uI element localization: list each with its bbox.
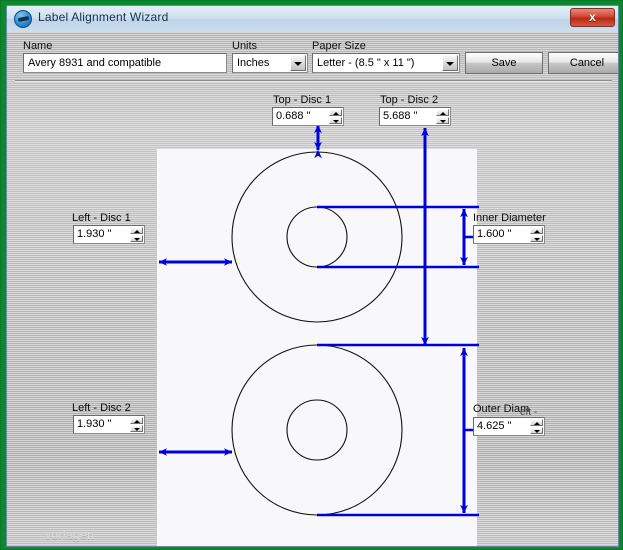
left-disc2-stepper[interactable]: 1.930 " <box>73 415 145 434</box>
window-inner-frame: Label Alignment Wizard x Name Avery 8931… <box>6 5 619 547</box>
name-label: Name <box>23 40 53 52</box>
paper-size-value: Letter - (8.5 " x 11 ") <box>317 57 415 69</box>
outer-diameter-value: 4.625 " <box>477 420 512 432</box>
top-disc2-label: Top - Disc 2 <box>380 94 439 106</box>
units-value: Inches <box>237 57 270 69</box>
left-disc2-spinner[interactable] <box>130 417 143 432</box>
top-disc2-spinner[interactable] <box>436 109 449 124</box>
top-disc2-stepper[interactable]: 5.688 " <box>379 107 451 126</box>
top-disc1-label: Top - Disc 1 <box>273 94 332 106</box>
spin-down-icon[interactable] <box>130 235 143 242</box>
title-bar: Label Alignment Wizard x <box>7 6 618 33</box>
spin-down-icon[interactable] <box>130 425 143 432</box>
units-label: Units <box>232 40 258 52</box>
window-title: Label Alignment Wizard <box>38 10 169 24</box>
paper-size-combobox[interactable]: Letter - (8.5 " x 11 ") <box>312 53 460 73</box>
top-disc1-spinner[interactable] <box>329 109 342 124</box>
outer-diameter-stepper[interactable]: 4.625 " <box>473 417 545 436</box>
paper-size-label: Paper Size <box>312 40 366 52</box>
spin-down-icon[interactable] <box>530 427 543 434</box>
units-combobox[interactable]: Inches <box>232 53 308 73</box>
chevron-down-icon[interactable] <box>442 55 458 71</box>
inner-diameter-value: 1.600 " <box>477 228 512 240</box>
top-disc1-stepper[interactable]: 0.688 " <box>272 107 344 126</box>
inner-diameter-stepper[interactable]: 1.600 " <box>473 225 545 244</box>
spin-down-icon[interactable] <box>436 117 449 124</box>
spin-up-icon[interactable] <box>130 417 143 424</box>
left-disc1-label: Left - Disc 1 <box>72 212 131 224</box>
cancel-button[interactable]: Cancel <box>548 52 618 74</box>
spin-down-icon[interactable] <box>329 117 342 124</box>
paper-preview <box>157 149 477 546</box>
top-disc1-value: 0.688 " <box>276 110 311 122</box>
top-disc2-value: 5.688 " <box>383 110 418 122</box>
name-input[interactable]: Avery 8931 and compatible <box>23 53 227 73</box>
left-disc1-stepper[interactable]: 1.930 " <box>73 225 145 244</box>
outer-diameter-spinner[interactable] <box>530 419 543 434</box>
spin-up-icon[interactable] <box>436 109 449 116</box>
watermark-text: vorlagen <box>45 528 95 542</box>
disc-icon <box>14 10 32 28</box>
inner-diameter-label: Inner Diameter <box>473 212 546 224</box>
toolbar: Name Avery 8931 and compatible Units Inc… <box>15 34 618 81</box>
close-button[interactable]: x <box>570 8 615 27</box>
close-icon: x <box>589 10 596 24</box>
spin-up-icon[interactable] <box>329 109 342 116</box>
left-disc2-label: Left - Disc 2 <box>72 402 131 414</box>
spin-up-icon[interactable] <box>130 227 143 234</box>
left-disc2-value: 1.930 " <box>77 418 112 430</box>
spin-up-icon[interactable] <box>530 227 543 234</box>
spin-down-icon[interactable] <box>530 235 543 242</box>
left-disc1-spinner[interactable] <box>130 227 143 242</box>
left-disc1-value: 1.930 " <box>77 228 112 240</box>
application-window: Label Alignment Wizard x Name Avery 8931… <box>0 0 623 550</box>
spin-up-icon[interactable] <box>530 419 543 426</box>
client-area: Name Avery 8931 and compatible Units Inc… <box>7 32 618 546</box>
save-button[interactable]: Save <box>465 52 543 74</box>
inner-diameter-spinner[interactable] <box>530 227 543 242</box>
chevron-down-icon[interactable] <box>290 55 306 71</box>
